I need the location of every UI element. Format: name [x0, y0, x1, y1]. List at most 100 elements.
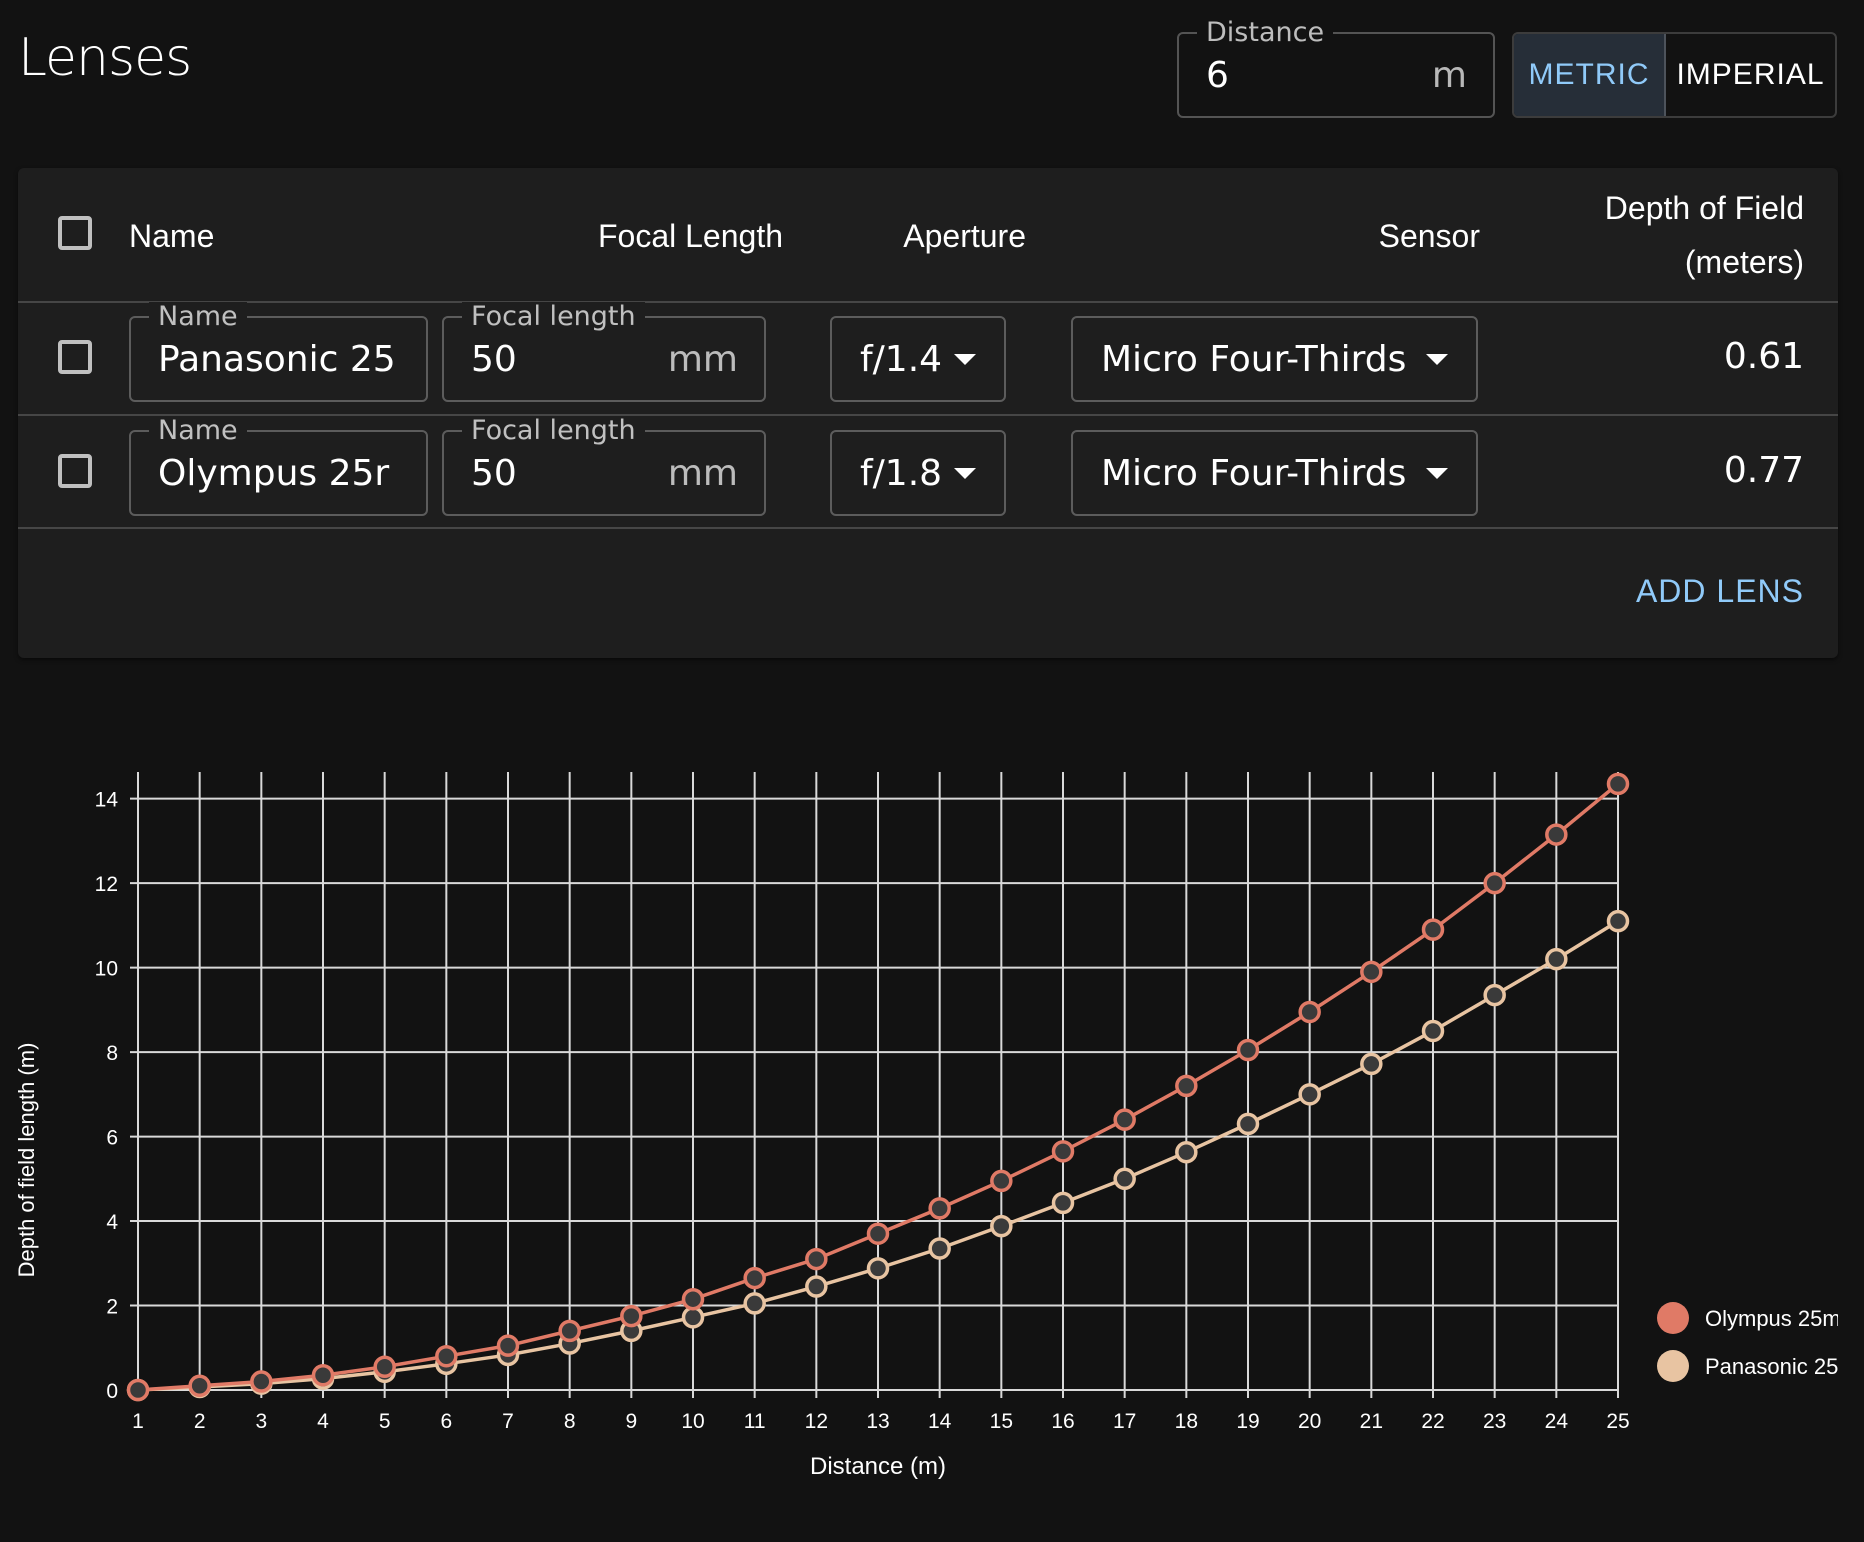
header-dof-line2: (meters)	[1684, 244, 1804, 280]
x-tick-label: 12	[805, 1410, 828, 1433]
legend-swatch	[1657, 1302, 1689, 1334]
y-tick-label: 8	[106, 1042, 118, 1065]
distance-unit: m	[1431, 54, 1467, 96]
distance-value[interactable]: 6	[1206, 34, 1229, 116]
sensor-select[interactable]: Micro Four-Thirds	[1071, 316, 1478, 402]
aperture-select[interactable]: f/1.4	[830, 316, 1006, 402]
metric-button[interactable]: METRIC	[1514, 34, 1666, 116]
aperture-select[interactable]: f/1.8	[830, 430, 1006, 516]
data-point	[126, 1378, 150, 1402]
x-tick-label: 6	[440, 1410, 452, 1433]
lenses-table-card: Name Focal Length Aperture Sensor Depth …	[18, 168, 1838, 658]
x-tick-label: 19	[1236, 1410, 1259, 1433]
lens-name-field[interactable]: Name Panasonic 25	[129, 302, 428, 402]
data-point	[928, 1237, 951, 1260]
data-point	[805, 1275, 828, 1298]
sensor-value: Micro Four-Thirds	[1101, 452, 1407, 494]
data-point	[1483, 871, 1506, 895]
x-tick-label: 11	[744, 1410, 766, 1433]
data-point	[1236, 1038, 1260, 1062]
add-lens-button[interactable]: ADD LENS	[1636, 573, 1804, 610]
dof-value: 0.61	[1723, 336, 1804, 377]
lens-name-field[interactable]: Name Olympus 25r	[129, 416, 428, 516]
sensor-value: Micro Four-Thirds	[1101, 338, 1407, 380]
focal-length-field[interactable]: Focal length 50 mm	[442, 302, 766, 402]
data-point	[373, 1355, 396, 1379]
x-tick-label: 17	[1113, 1410, 1136, 1433]
divider	[18, 301, 1838, 303]
focal-length-unit: mm	[667, 338, 738, 380]
data-point	[1175, 1140, 1198, 1164]
x-tick-label: 10	[681, 1410, 704, 1433]
y-tick-label: 4	[106, 1211, 118, 1234]
focal-length-unit: mm	[667, 452, 738, 494]
select-all-checkbox[interactable]	[58, 216, 92, 250]
chevron-down-icon	[954, 468, 976, 479]
chevron-down-icon	[954, 354, 976, 365]
data-point	[496, 1334, 520, 1357]
row-checkbox[interactable]	[58, 454, 92, 488]
focal-length-value[interactable]: 50	[471, 318, 517, 400]
x-tick-label: 14	[928, 1410, 952, 1433]
x-tick-label: 9	[625, 1410, 637, 1433]
x-tick-label: 5	[379, 1410, 391, 1433]
data-point	[620, 1304, 643, 1328]
imperial-button[interactable]: IMPERIAL	[1666, 34, 1835, 116]
y-tick-label: 6	[106, 1127, 118, 1150]
data-point	[1113, 1167, 1136, 1191]
header-focal-length: Focal Length	[597, 218, 783, 254]
data-point	[1051, 1140, 1075, 1163]
x-tick-label: 13	[866, 1410, 889, 1433]
aperture-value: f/1.8	[860, 452, 943, 494]
data-point	[1545, 947, 1568, 971]
data-point	[866, 1257, 890, 1280]
dof-chart: 1 2 3 4 5 6 7 8 9 10 11 12 13 14 15 16 17 18 19 20 21 22 23 24 2…	[14, 772, 1838, 1480]
dof-value: 0.77	[1723, 450, 1804, 491]
header-name: Name	[129, 218, 215, 254]
y-tick-label: 2	[106, 1296, 118, 1319]
y-tick-label: 10	[95, 958, 118, 981]
data-point	[1483, 983, 1506, 1007]
data-point	[1113, 1108, 1136, 1131]
data-point	[1236, 1112, 1260, 1136]
y-tick-label: 0	[106, 1380, 118, 1403]
x-tick-label: 8	[564, 1410, 576, 1433]
chart-axes: 1 2 3 4 5 6 7 8 9 10 11 12 13 14 15 16 17 18 19 20 21 22 23 24 2…	[95, 789, 1630, 1433]
lens-name-value[interactable]: Panasonic 25	[158, 318, 402, 400]
x-tick-label: 25	[1606, 1410, 1629, 1433]
y-axis-title: Depth of field length (m)	[14, 1043, 39, 1278]
focal-length-field[interactable]: Focal length 50 mm	[442, 416, 766, 516]
x-tick-label: 7	[502, 1410, 514, 1433]
data-point	[1606, 772, 1630, 796]
data-point	[743, 1292, 766, 1315]
legend-label: Panasonic 25	[1705, 1354, 1838, 1379]
data-point	[990, 1214, 1013, 1238]
chart-grid	[130, 772, 1619, 1398]
row-checkbox[interactable]	[58, 340, 92, 374]
distance-field[interactable]: Distance 6 m	[1177, 18, 1495, 118]
header-dof-line1: Depth of Field	[1604, 190, 1804, 226]
data-point	[990, 1169, 1013, 1193]
focal-length-value[interactable]: 50	[471, 432, 517, 514]
header-aperture: Aperture	[903, 218, 1026, 254]
x-tick-label: 24	[1545, 1410, 1569, 1433]
data-point	[1421, 1019, 1445, 1043]
data-point	[1545, 823, 1568, 846]
x-tick-label: 4	[317, 1410, 329, 1433]
data-point	[1298, 1000, 1321, 1024]
data-point	[1298, 1083, 1321, 1106]
x-tick-label: 21	[1360, 1410, 1383, 1433]
data-point	[1051, 1191, 1075, 1215]
lens-name-value[interactable]: Olympus 25r	[158, 432, 402, 514]
y-tick-label: 14	[95, 789, 119, 812]
data-point	[866, 1222, 890, 1245]
x-tick-label: 20	[1298, 1410, 1321, 1433]
data-point	[1421, 918, 1445, 941]
legend-swatch	[1657, 1350, 1689, 1382]
sensor-select[interactable]: Micro Four-Thirds	[1071, 430, 1478, 516]
x-tick-label: 22	[1421, 1410, 1444, 1433]
chevron-down-icon	[1426, 468, 1448, 479]
x-tick-label: 3	[255, 1410, 267, 1433]
chevron-down-icon	[1426, 354, 1448, 365]
aperture-value: f/1.4	[860, 338, 943, 380]
